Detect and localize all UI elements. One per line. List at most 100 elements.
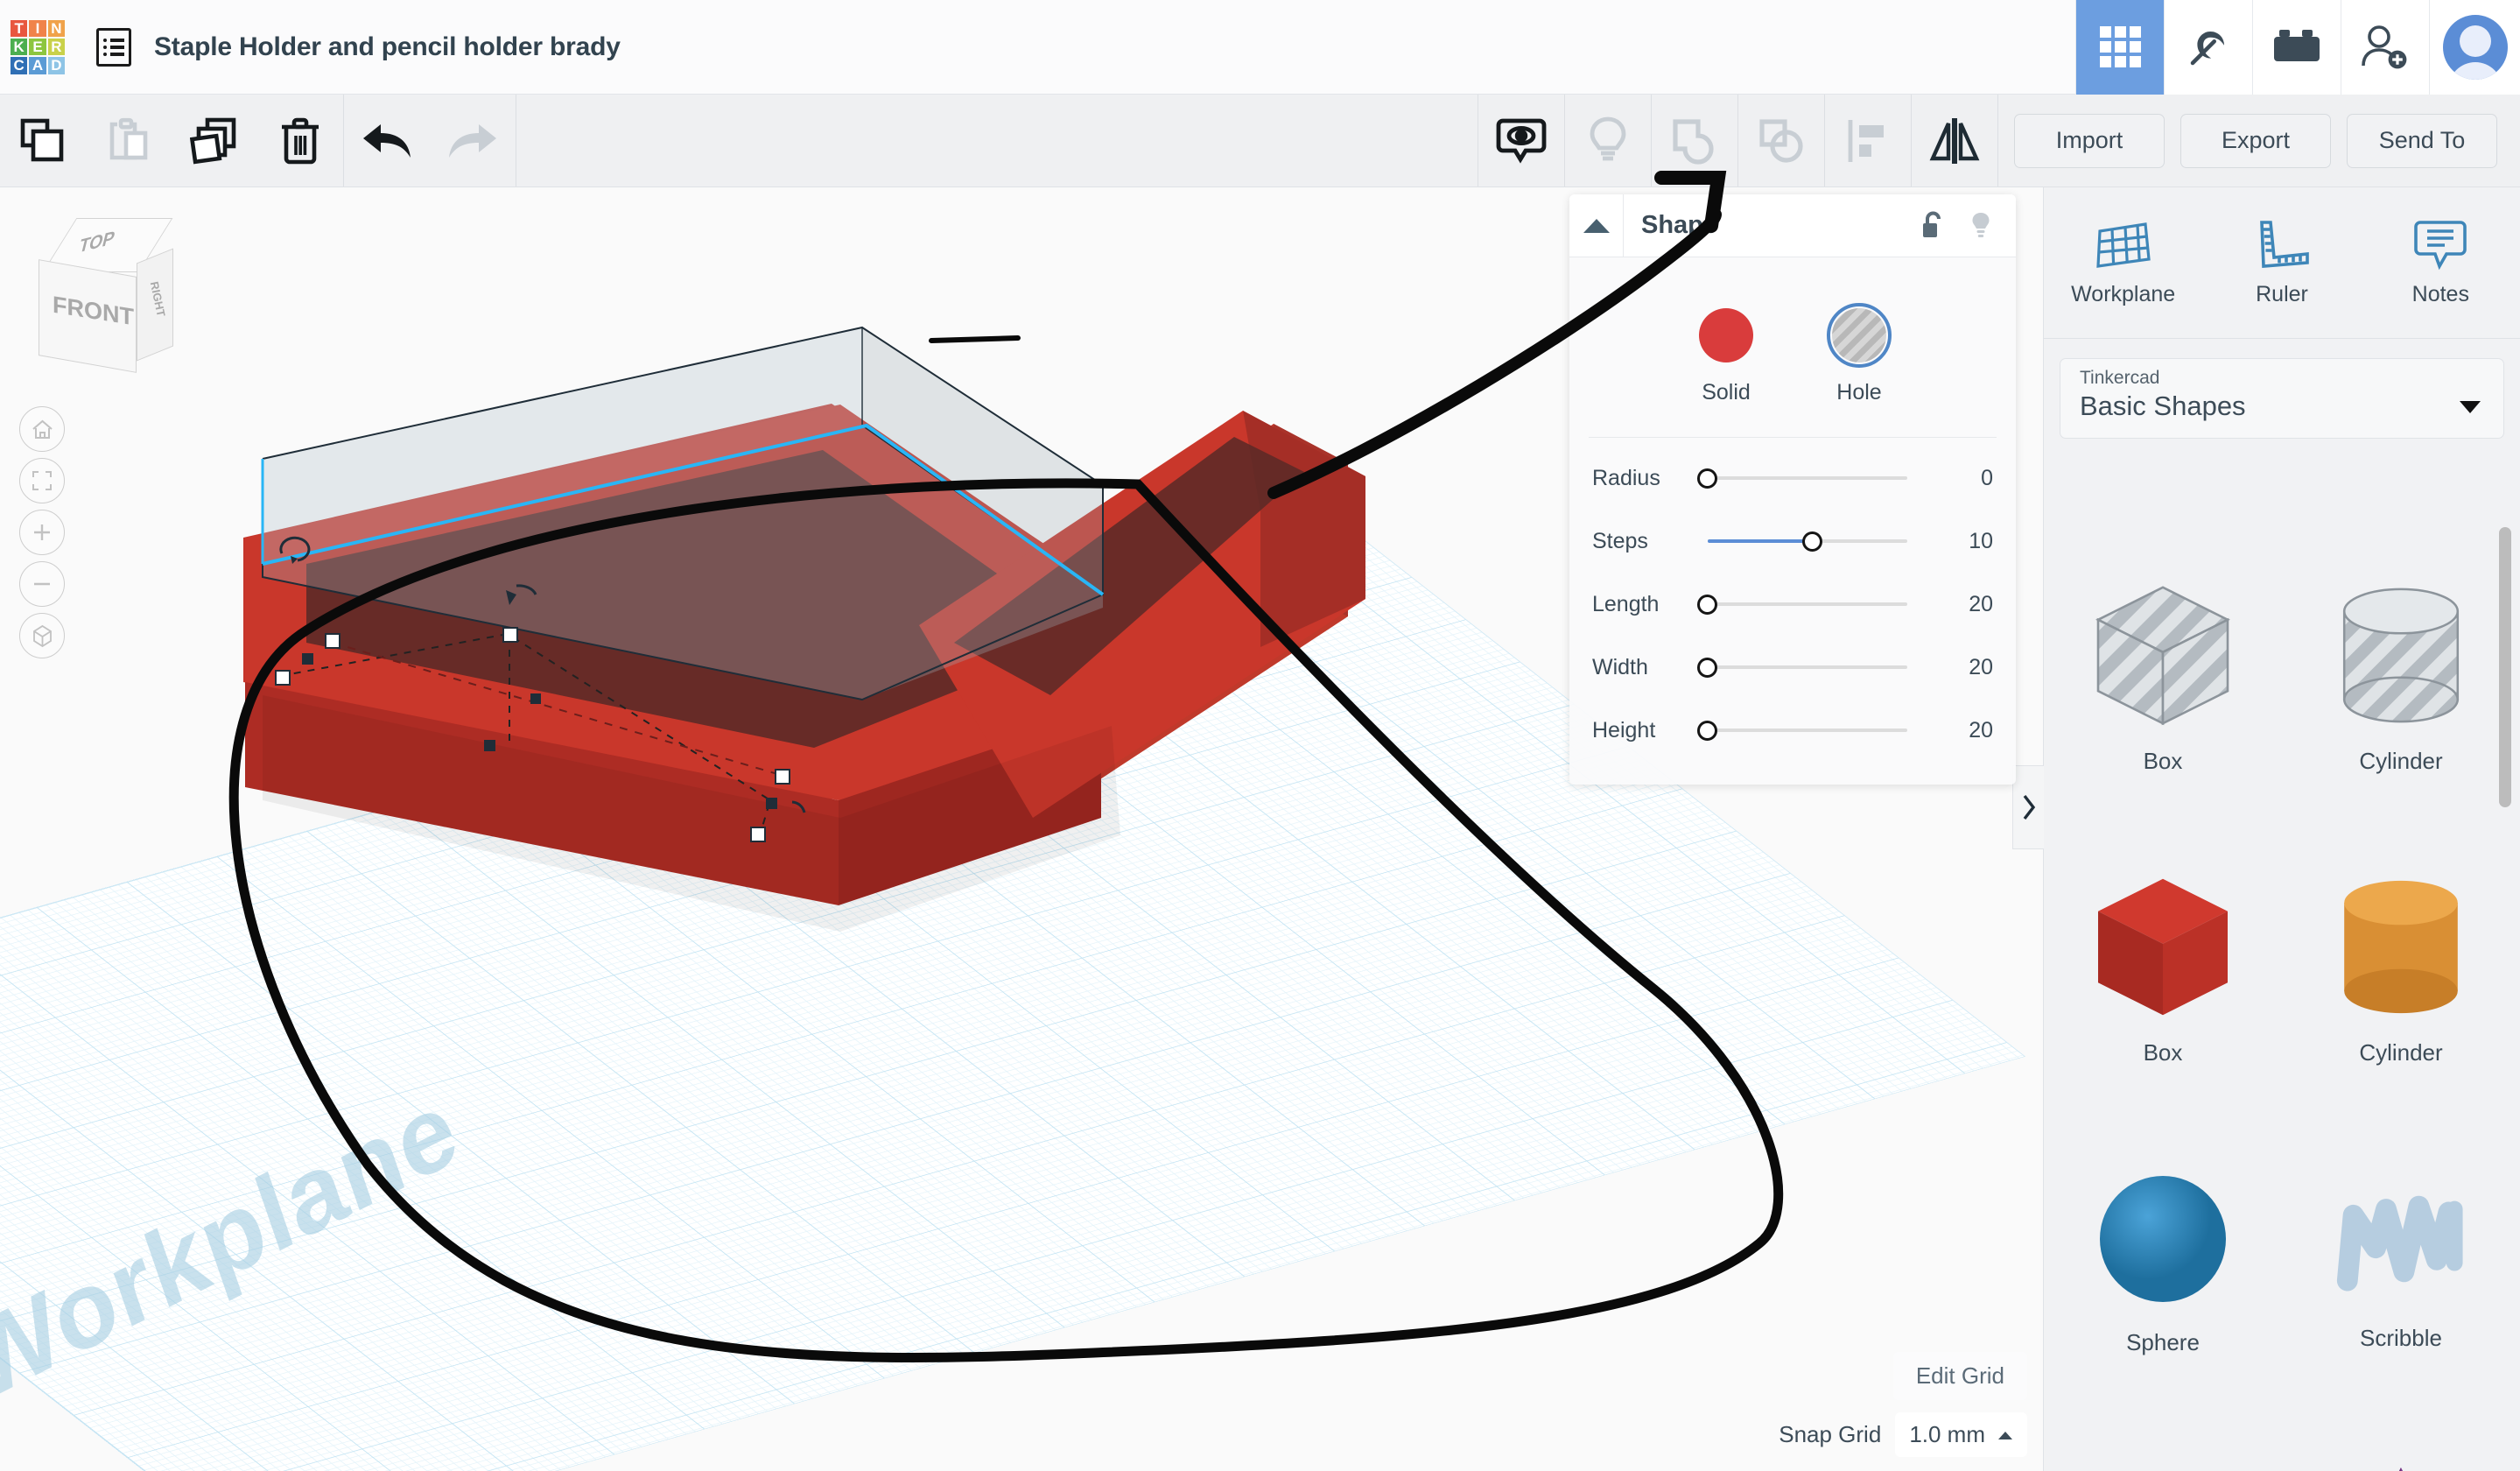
edit-tool-group	[0, 95, 343, 187]
slider-label-radius: Radius	[1592, 465, 1660, 490]
history-tool-group	[344, 95, 516, 187]
slider-knob-height[interactable]	[1697, 720, 1717, 741]
solid-mode-option[interactable]: Solid	[1694, 303, 1758, 405]
apps-grid-icon[interactable]	[2075, 0, 2164, 95]
workplane-icon	[2095, 222, 2151, 268]
logo-tile-d: D	[47, 57, 65, 74]
slider-knob-length[interactable]	[1697, 594, 1717, 615]
ortho-perspective-icon[interactable]	[19, 613, 65, 658]
show-hide-icon[interactable]	[1478, 95, 1564, 187]
group-icon	[1652, 95, 1737, 187]
panel-divider	[2044, 338, 2520, 339]
fit-to-view-icon[interactable]	[19, 458, 65, 503]
slider-knob-steps[interactable]	[1802, 531, 1822, 552]
snap-grid-value: 1.0 mm	[1909, 1421, 1985, 1447]
io-buttons: Import Export Send To	[1998, 95, 2520, 187]
avatar[interactable]	[2429, 0, 2520, 95]
document-title[interactable]: Staple Holder and pencil holder brady	[154, 32, 621, 62]
main-toolbar: Import Export Send To	[0, 95, 2520, 187]
send-to-button[interactable]: Send To	[2347, 113, 2497, 168]
lightbulb-icon[interactable]	[1969, 211, 1993, 241]
shape-item-scribble[interactable]: Scribble	[2282, 1112, 2520, 1404]
slider-track-width[interactable]	[1688, 654, 1937, 680]
view-cube[interactable]: TOP FRONT RIGHT	[26, 214, 184, 373]
shape-item-cone[interactable]: Cone	[2282, 1404, 2520, 1471]
slider-value-height[interactable]: 20	[1937, 718, 1993, 743]
slider-height[interactable]: Height 20	[1569, 699, 2016, 762]
paste-icon	[86, 95, 172, 187]
slider-radius[interactable]: Radius 0	[1569, 447, 2016, 510]
shape-item-cylinder[interactable]: Cylinder	[2282, 820, 2520, 1112]
home-view-icon[interactable]	[19, 406, 65, 452]
slider-value-radius[interactable]: 0	[1937, 466, 1993, 491]
slider-knob-radius[interactable]	[1697, 468, 1717, 489]
shape-item-cylinder-hole[interactable]: Cylinder	[2282, 529, 2520, 820]
ruler-tool[interactable]: Ruler	[2202, 187, 2361, 338]
viewport-nav-controls	[19, 406, 65, 658]
inspector-title: Shape	[1641, 211, 1718, 239]
box-hole-icon	[2080, 574, 2246, 741]
notes-tool[interactable]: Notes	[2362, 187, 2520, 338]
slider-label-length: Length	[1592, 591, 1660, 616]
zoom-out-icon[interactable]	[19, 561, 65, 607]
slider-track-length[interactable]	[1688, 591, 1937, 617]
ungroup-icon	[1738, 95, 1824, 187]
slider-value-length[interactable]: 20	[1937, 592, 1993, 617]
slider-label-width: Width	[1592, 654, 1648, 679]
mirror-icon[interactable]	[1912, 95, 1997, 187]
invite-person-icon[interactable]	[2341, 0, 2429, 95]
slider-value-width[interactable]: 20	[1937, 655, 1993, 680]
logo-tile-k: K	[11, 38, 28, 56]
solid-mode-label: Solid	[1702, 380, 1751, 405]
lego-brick-icon[interactable]	[2252, 0, 2341, 95]
slider-track-radius[interactable]	[1688, 465, 1937, 491]
edit-grid-button[interactable]: Edit Grid	[1892, 1352, 2027, 1400]
hole-mode-option[interactable]: Hole	[1827, 303, 1892, 405]
logo-tile-r: R	[47, 38, 65, 56]
panel-scrollbar[interactable]	[2499, 527, 2511, 1298]
snap-grid-select[interactable]: 1.0 mm	[1895, 1412, 2027, 1457]
shape-library-list[interactable]: Box Cylinder Box Cylinder Sphere Scribble Roof…	[2044, 520, 2520, 1471]
unlock-icon[interactable]	[1920, 211, 1946, 241]
caret-up-icon[interactable]	[1569, 194, 1624, 257]
design-list-icon[interactable]	[96, 27, 131, 67]
minecraft-pickaxe-icon[interactable]	[2164, 0, 2252, 95]
copy-icon[interactable]	[0, 95, 86, 187]
slider-track-height[interactable]	[1688, 717, 1937, 743]
logo-tile-c: C	[11, 57, 28, 74]
duplicate-icon[interactable]	[172, 95, 257, 187]
undo-icon[interactable]	[344, 95, 430, 187]
snap-grid-row: Snap Grid 1.0 mm	[1779, 1412, 2027, 1457]
shape-library-select[interactable]: Tinkercad Basic Shapes	[2060, 358, 2504, 439]
workplane-tool[interactable]: Workplane	[2044, 187, 2202, 338]
slider-width[interactable]: Width 20	[1569, 636, 2016, 699]
lightbulb-icon	[1565, 95, 1651, 187]
slider-value-steps[interactable]: 10	[1937, 529, 1993, 554]
slider-steps[interactable]: Steps 10	[1569, 510, 2016, 573]
solid-swatch-ring	[1694, 303, 1758, 368]
cone-icon	[2322, 1452, 2480, 1471]
shape-label: Scribble	[2360, 1324, 2442, 1351]
align-icon	[1825, 95, 1911, 187]
logo-tile-a: A	[29, 57, 46, 74]
cylinder-icon	[2322, 866, 2480, 1032]
tinkercad-logo[interactable]: TIN KER CAD	[11, 19, 65, 74]
slider-length[interactable]: Length 20	[1569, 573, 2016, 636]
shape-item-sphere[interactable]: Sphere	[2044, 1112, 2282, 1404]
zoom-in-icon[interactable]	[19, 510, 65, 555]
chevron-right-icon[interactable]	[2012, 765, 2044, 849]
import-button[interactable]: Import	[2014, 113, 2165, 168]
shape-inspector-panel[interactable]: Shape Solid Hole Radius 0 Steps 10 Lengt…	[1569, 194, 2016, 785]
app-header: TIN KER CAD Staple Holder and pencil holde…	[0, 0, 2520, 95]
export-button[interactable]: Export	[2180, 113, 2331, 168]
library-name-label: Basic Shapes	[2080, 391, 2246, 421]
shape-item-roof[interactable]: Roof	[2044, 1404, 2282, 1471]
scrollbar-thumb[interactable]	[2499, 527, 2511, 807]
sphere-icon	[2084, 1160, 2242, 1322]
shape-item-box-hole[interactable]: Box	[2044, 529, 2282, 820]
slider-knob-width[interactable]	[1697, 657, 1717, 678]
shape-item-box[interactable]: Box	[2044, 820, 2282, 1112]
delete-icon[interactable]	[257, 95, 343, 187]
slider-track-steps[interactable]	[1688, 528, 1937, 554]
